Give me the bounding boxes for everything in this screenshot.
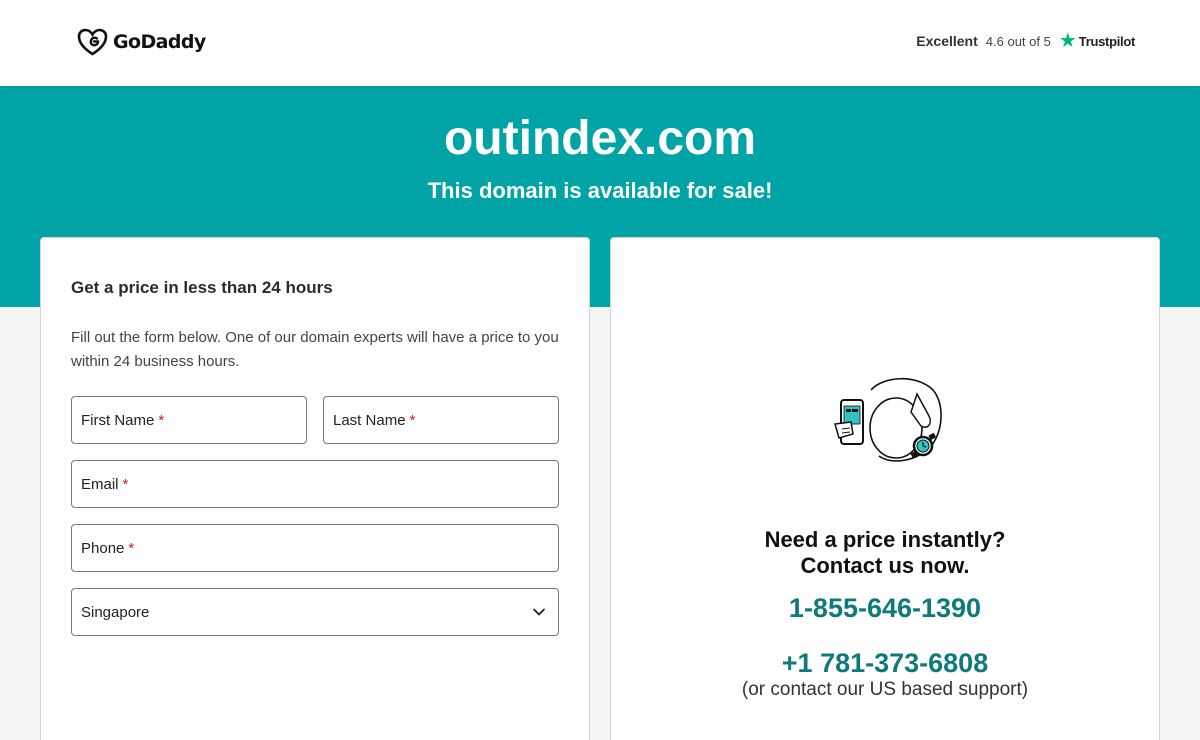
rating-word: Excellent xyxy=(916,33,978,49)
sale-subtitle: This domain is available for sale! xyxy=(427,178,773,203)
first-name-label: First Name xyxy=(81,411,155,429)
country-select[interactable]: Singapore xyxy=(71,588,559,636)
form-title: Get a price in less than 24 hours xyxy=(71,278,333,297)
price-request-form: Get a price in less than 24 hours Fill o… xyxy=(40,237,590,740)
email-label: Email xyxy=(81,475,119,493)
last-name-label: Last Name xyxy=(333,411,406,429)
logo-wordmark: GoDaddy xyxy=(113,31,206,53)
trustpilot-brand: Trustpilot xyxy=(1078,33,1136,49)
primary-phone-link[interactable]: 1-855-646-1390 xyxy=(611,593,1159,624)
last-name-field[interactable]: Last Name * xyxy=(323,396,559,444)
required-marker: * xyxy=(158,411,165,429)
first-name-field[interactable]: First Name * xyxy=(71,396,307,444)
heading-line-1: Need a price instantly? xyxy=(764,527,1006,552)
godaddy-logo[interactable]: GoDaddy xyxy=(77,28,206,56)
phone-clock-illustration xyxy=(834,378,942,462)
phone-label: Phone xyxy=(81,539,125,557)
rating-score: 4.6 out of 5 xyxy=(985,33,1051,49)
country-value: Singapore xyxy=(81,603,150,621)
secondary-phone-link[interactable]: +1 781-373-6808 xyxy=(611,648,1159,679)
phone-field[interactable]: Phone * xyxy=(71,524,559,572)
star-icon: ★ xyxy=(1058,30,1077,52)
required-marker: * xyxy=(128,539,135,557)
site-header: GoDaddy Excellent 4.6 out of 5 ★ Trustpi… xyxy=(0,0,1200,86)
instant-price-heading: Need a price instantly? Contact us now. xyxy=(611,527,1159,579)
form-description: Fill out the form below. One of our doma… xyxy=(71,329,559,370)
required-marker: * xyxy=(409,411,416,429)
support-note: (or contact our US based support) xyxy=(741,679,1029,700)
instant-contact-panel: Need a price instantly? Contact us now. … xyxy=(610,237,1160,740)
chevron-down-icon xyxy=(533,608,545,616)
heading-line-2: Contact us now. xyxy=(800,553,970,578)
email-field[interactable]: Email * xyxy=(71,460,559,508)
trustpilot-rating[interactable]: Excellent 4.6 out of 5 ★ Trustpilot xyxy=(916,31,1135,51)
domain-name: outindex.com xyxy=(443,112,757,165)
required-marker: * xyxy=(122,475,129,493)
godaddy-heart-icon xyxy=(77,28,108,56)
